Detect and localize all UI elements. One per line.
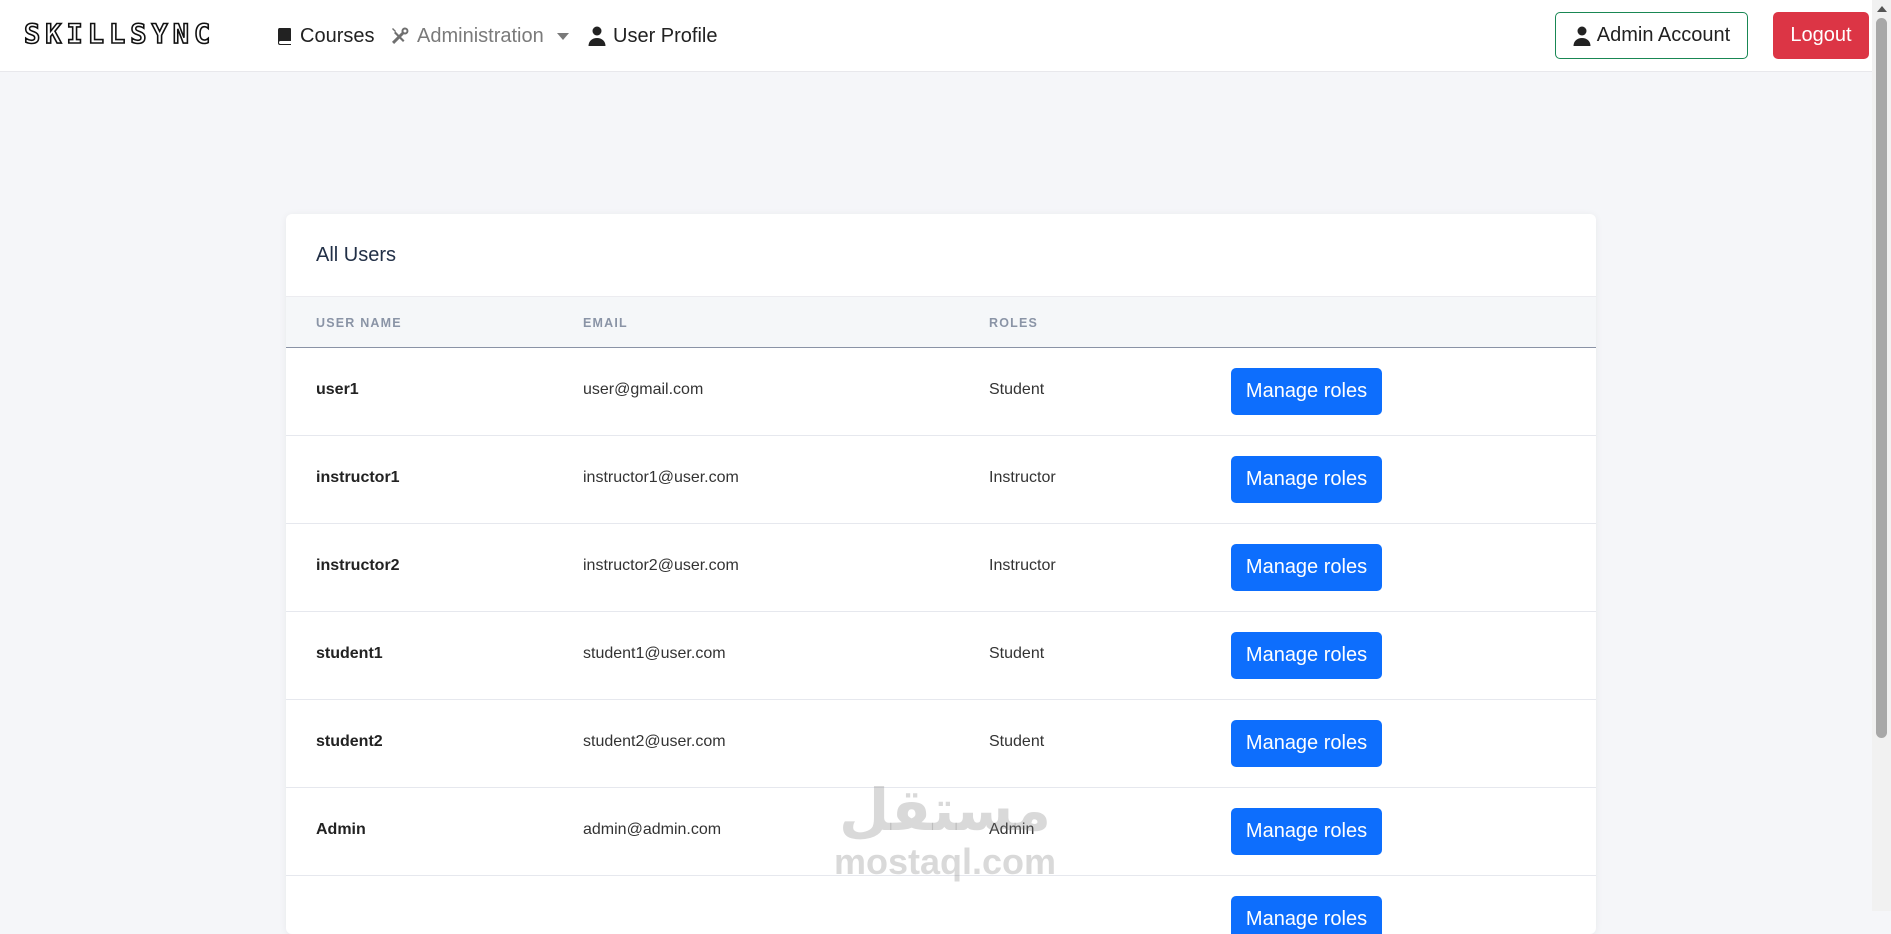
chevron-down-icon [556, 32, 569, 40]
user-name-cell: instructor2 [316, 557, 400, 574]
brand-logo[interactable]: SKILLSYNC [23, 19, 215, 51]
admin-account-button[interactable]: Admin Account [1555, 12, 1748, 59]
table-row: Manage roles [286, 876, 1596, 934]
column-header-roles: ROLES [989, 316, 1039, 330]
user-icon [1573, 26, 1591, 46]
nav-user-profile-label: User Profile [613, 24, 718, 47]
nav-administration-label: Administration [417, 24, 544, 47]
manage-roles-button[interactable]: Manage roles [1231, 720, 1382, 767]
logout-button[interactable]: Logout [1773, 12, 1869, 59]
manage-roles-button[interactable]: Manage roles [1231, 456, 1382, 503]
scrollbar-thumb[interactable] [1876, 18, 1887, 738]
manage-roles-button[interactable]: Manage roles [1231, 632, 1382, 679]
user-name-cell: user1 [316, 381, 359, 398]
role-cell: Student [989, 381, 1045, 398]
email-cell: student1@user.com [583, 645, 726, 662]
email-cell: user@gmail.com [583, 381, 704, 398]
manage-roles-button[interactable]: Manage roles [1231, 808, 1382, 855]
role-cell: Instructor [989, 469, 1056, 486]
table-row: instructor1 instructor1@user.com Instruc… [286, 436, 1596, 524]
email-cell: student2@user.com [583, 733, 726, 750]
nav-courses-label: Courses [300, 24, 375, 47]
user-icon [588, 26, 606, 46]
column-header-email: EMAIL [583, 316, 628, 330]
top-navbar: SKILLSYNC Courses Administration User Pr… [0, 0, 1872, 72]
table-row: student2 student2@user.com Student Manag… [286, 700, 1596, 788]
manage-roles-button[interactable]: Manage roles [1231, 896, 1382, 934]
vertical-scrollbar[interactable] [1872, 0, 1891, 911]
users-card: All Users USER NAME EMAIL ROLES user1 us… [286, 214, 1596, 934]
card-title: All Users [316, 244, 397, 266]
user-name-cell: Admin [316, 821, 366, 838]
column-header-username: USER NAME [316, 316, 402, 330]
nav-courses[interactable]: Courses [277, 21, 374, 51]
table-row: user1 user@gmail.com Student Manage role… [286, 348, 1596, 436]
scroll-up-icon[interactable] [1877, 6, 1887, 12]
nav-administration-dropdown[interactable]: Administration [390, 21, 569, 51]
tools-icon [392, 27, 409, 44]
user-name-cell: instructor1 [316, 469, 400, 486]
nav-user-profile[interactable]: User Profile [588, 21, 717, 51]
manage-roles-button[interactable]: Manage roles [1231, 544, 1382, 591]
role-cell: Student [989, 733, 1045, 750]
manage-roles-button[interactable]: Manage roles [1231, 368, 1382, 415]
table-row: instructor2 instructor2@user.com Instruc… [286, 524, 1596, 612]
table-row: student1 student1@user.com Student Manag… [286, 612, 1596, 700]
role-cell: Admin [989, 821, 1035, 838]
role-cell: Instructor [989, 557, 1056, 574]
book-icon [277, 28, 291, 45]
table-header: USER NAME EMAIL ROLES [286, 296, 1596, 348]
email-cell: admin@admin.com [583, 821, 722, 838]
user-name-cell: student1 [316, 645, 383, 662]
user-name-cell: student2 [316, 733, 383, 750]
role-cell: Student [989, 645, 1045, 662]
email-cell: instructor2@user.com [583, 557, 739, 574]
email-cell: instructor1@user.com [583, 469, 739, 486]
admin-account-label: Admin Account [1596, 24, 1731, 46]
table-row: Admin admin@admin.com Admin Manage roles [286, 788, 1596, 876]
